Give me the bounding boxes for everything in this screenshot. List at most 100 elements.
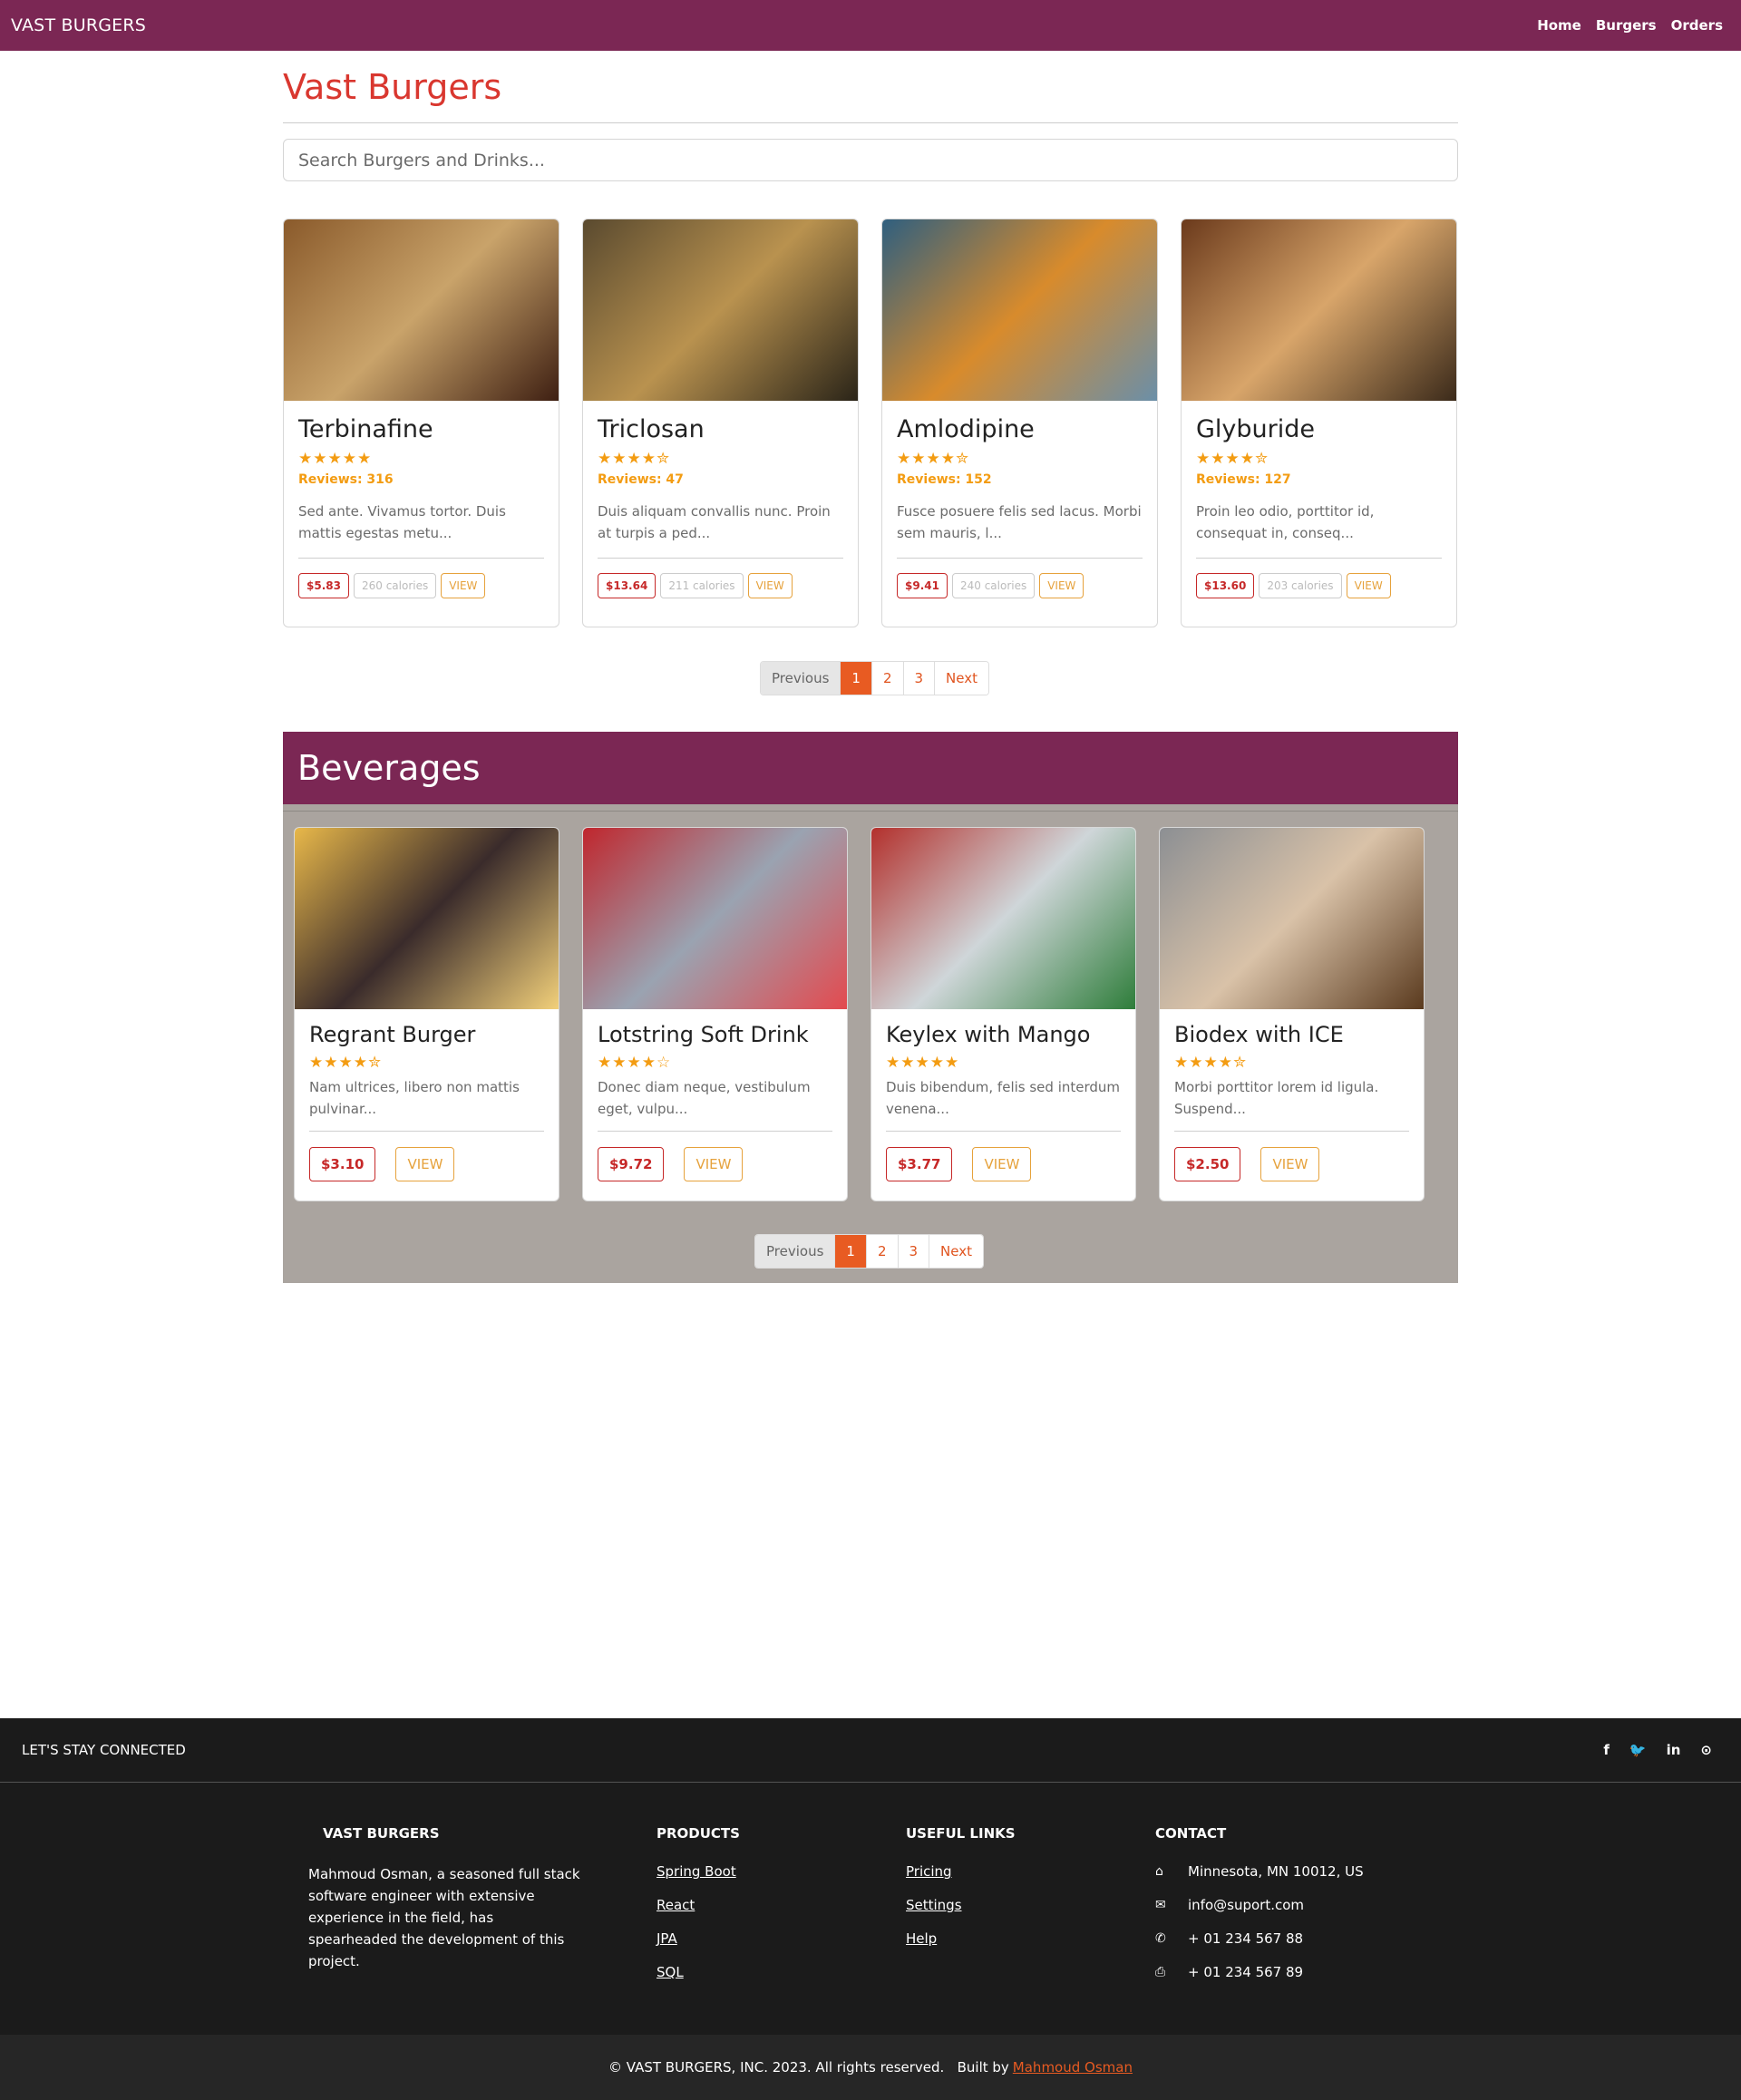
burger-image[interactable] (882, 219, 1157, 401)
view-button[interactable]: VIEW (972, 1147, 1032, 1181)
linkedin-icon[interactable]: in (1667, 1742, 1681, 1758)
nav-link-burgers[interactable]: Burgers (1596, 17, 1657, 34)
facebook-icon[interactable]: f (1603, 1742, 1610, 1758)
beverage-image[interactable] (295, 828, 559, 1009)
review-count: Reviews: 316 (298, 472, 394, 487)
beverages-header: Beverages (283, 732, 1458, 804)
calories-badge: 203 calories (1259, 573, 1342, 598)
pagination-page-1[interactable]: 1 (834, 1235, 866, 1268)
printer-icon: ⎙ (1155, 1965, 1166, 1979)
contact-fax: ⎙ + 01 234 567 89 (1155, 1964, 1364, 1980)
view-button[interactable]: VIEW (441, 573, 486, 598)
view-button[interactable]: VIEW (1039, 573, 1084, 598)
burger-name: Triclosan (598, 415, 705, 443)
nav-link-home[interactable]: Home (1537, 17, 1581, 34)
price-badge: $5.83 (298, 573, 349, 598)
burger-card: Terbinafine ★★★★★ Reviews: 316 Sed ante.… (283, 219, 559, 627)
pagination-page-2[interactable]: 2 (870, 662, 903, 695)
footer-useful-heading: USEFUL LINKS (906, 1825, 1016, 1842)
burger-description: Sed ante. Vivamus tortor. Duis mattis eg… (298, 503, 506, 541)
beverage-image[interactable] (1160, 828, 1424, 1009)
price-badge: $2.50 (1174, 1147, 1241, 1181)
copyright-text: © VAST BURGERS, INC. 2023. All rights re… (608, 2059, 1009, 2076)
footer-link-spring-boot[interactable]: Spring Boot (657, 1863, 740, 1880)
pagination-page-2[interactable]: 2 (865, 1235, 898, 1268)
burger-name: Glyburide (1196, 415, 1316, 443)
beverages-title: Beverages (297, 748, 481, 788)
beverage-name: Biodex with ICE (1174, 1022, 1344, 1047)
pagination-page-3[interactable]: 3 (902, 662, 935, 695)
beverage-description: Duis bibendum, felis sed interdum venena… (886, 1079, 1121, 1117)
star-rating: ★★★★✮ (309, 1054, 383, 1072)
view-button[interactable]: VIEW (1346, 573, 1391, 598)
beverage-card: Regrant Burger ★★★★✮ Nam ultrices, liber… (294, 827, 559, 1201)
burger-name: Terbinafine (298, 415, 433, 443)
review-count: Reviews: 47 (598, 472, 684, 487)
github-icon[interactable]: ⊙ (1700, 1742, 1712, 1758)
pagination-previous[interactable]: Previous (761, 662, 841, 695)
divider (1174, 1131, 1409, 1132)
pagination-page-1[interactable]: 1 (840, 662, 871, 695)
beverage-description: Nam ultrices, libero non mattis pulvinar… (309, 1079, 520, 1117)
footer-link-settings[interactable]: Settings (906, 1897, 1016, 1913)
nav-link-orders[interactable]: Orders (1671, 17, 1723, 34)
star-rating: ★★★★✮ (598, 450, 671, 468)
footer-link-help[interactable]: Help (906, 1930, 1016, 1947)
divider (283, 811, 1458, 812)
footer-about: VAST BURGERS Mahmoud Osman, a seasoned f… (308, 1825, 580, 1972)
beverage-image[interactable] (583, 828, 847, 1009)
divider (283, 122, 1458, 123)
pagination-previous[interactable]: Previous (755, 1235, 835, 1268)
navbar-brand[interactable]: VAST BURGERS (11, 15, 146, 35)
view-button[interactable]: VIEW (684, 1147, 744, 1181)
divider (886, 1131, 1121, 1132)
burger-image[interactable] (583, 219, 858, 401)
pagination-next[interactable]: Next (934, 662, 988, 695)
contact-phone: ✆ + 01 234 567 88 (1155, 1930, 1364, 1947)
footer-brand-heading: VAST BURGERS (323, 1825, 440, 1842)
burger-name: Amlodipine (897, 415, 1035, 443)
star-rating: ★★★★✮ (1196, 450, 1269, 468)
view-button[interactable]: VIEW (747, 573, 793, 598)
burger-description: Proin leo odio, porttitor id, consequat … (1196, 503, 1375, 541)
contact-phone-text: + 01 234 567 88 (1188, 1930, 1304, 1947)
burger-card-list: Terbinafine ★★★★★ Reviews: 316 Sed ante.… (283, 219, 1458, 627)
page-title: Vast Burgers (283, 67, 502, 107)
pagination-page-3[interactable]: 3 (897, 1235, 929, 1268)
footer-link-pricing[interactable]: Pricing (906, 1863, 1016, 1880)
contact-address-text: Minnesota, MN 10012, US (1188, 1863, 1364, 1880)
star-rating: ★★★★✮ (1174, 1054, 1248, 1072)
price-badge: $9.41 (897, 573, 948, 598)
divider (1196, 558, 1442, 559)
burger-image[interactable] (284, 219, 559, 401)
footer: VAST BURGERS Mahmoud Osman, a seasoned f… (0, 1783, 1741, 2035)
beverage-card: Biodex with ICE ★★★★✮ Morbi porttitor lo… (1159, 827, 1425, 1201)
footer-link-jpa[interactable]: JPA (657, 1930, 740, 1947)
price-badge: $13.64 (598, 573, 657, 598)
author-link[interactable]: Mahmoud Osman (1013, 2059, 1133, 2076)
divider (309, 1131, 544, 1132)
beverage-description: Morbi porttitor lorem id ligula. Suspend… (1174, 1079, 1379, 1117)
view-button[interactable]: VIEW (395, 1147, 455, 1181)
search-input[interactable] (283, 139, 1458, 181)
contact-fax-text: + 01 234 567 89 (1188, 1964, 1304, 1980)
pagination-next[interactable]: Next (929, 1235, 983, 1268)
social-links: f 🐦 in ⊙ (1603, 1742, 1719, 1758)
footer-social-bar: LET'S STAY CONNECTED f 🐦 in ⊙ (0, 1718, 1741, 1783)
beverage-name: Regrant Burger (309, 1022, 476, 1047)
twitter-icon[interactable]: 🐦 (1629, 1742, 1647, 1758)
home-icon: ⌂ (1155, 1864, 1163, 1879)
burger-description: Fusce posuere felis sed lacus. Morbi sem… (897, 503, 1142, 541)
footer-products: PRODUCTS Spring Boot React JPA SQL (657, 1825, 740, 1998)
divider (897, 558, 1143, 559)
footer-link-sql[interactable]: SQL (657, 1964, 740, 1980)
beverage-name: Lotstring Soft Drink (598, 1022, 809, 1047)
view-button[interactable]: VIEW (1260, 1147, 1320, 1181)
beverage-image[interactable] (871, 828, 1135, 1009)
burger-image[interactable] (1182, 219, 1456, 401)
beverage-description: Donec diam neque, vestibulum eget, vulpu… (598, 1079, 811, 1117)
phone-icon: ✆ (1155, 1931, 1166, 1946)
footer-link-react[interactable]: React (657, 1897, 740, 1913)
star-rating: ★★★★★ (886, 1054, 960, 1072)
navbar: VAST BURGERS Home Burgers Orders (0, 0, 1741, 51)
